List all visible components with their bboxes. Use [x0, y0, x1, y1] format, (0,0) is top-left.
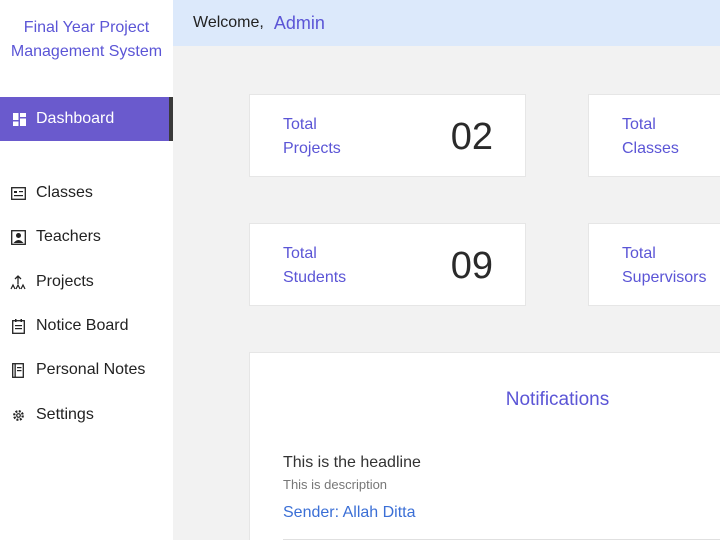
sidebar-item-classes[interactable]: Classes	[0, 180, 173, 206]
sidebar-item-teachers[interactable]: Teachers	[0, 224, 173, 250]
stat-card-label-line2: Classes	[622, 140, 679, 157]
sidebar-item-label: Settings	[36, 406, 94, 423]
sidebar-item-label: Notice Board	[36, 317, 129, 334]
classes-icon	[10, 185, 26, 201]
stat-card-supervisors[interactable]: Total Supervisors	[588, 223, 720, 306]
stat-card-label-line1: Total	[622, 245, 656, 262]
teachers-icon	[10, 229, 26, 245]
sidebar-item-projects[interactable]: Projects	[0, 269, 173, 295]
sidebar-item-label: Classes	[36, 184, 93, 201]
stat-card-label-line1: Total	[283, 245, 317, 262]
welcome-text: Welcome,	[193, 14, 264, 31]
topbar: Welcome, Admin	[173, 0, 720, 46]
stat-card-students[interactable]: Total Students 09	[249, 223, 526, 306]
sidebar-item-label: Dashboard	[36, 110, 115, 127]
stat-card-label-line2: Supervisors	[622, 269, 707, 286]
notifications-title: Notifications	[505, 389, 610, 410]
settings-icon	[10, 407, 26, 423]
sidebar-item-dashboard[interactable]: Dashboard	[0, 97, 173, 141]
personal-notes-icon	[10, 362, 26, 378]
brand-line-2: Management System	[10, 43, 163, 60]
stat-card-label-line1: Total	[622, 116, 656, 133]
notification-sender[interactable]: Sender: Allah Ditta	[283, 504, 416, 522]
stat-card-label-line1: Total	[283, 116, 317, 133]
projects-icon	[10, 274, 26, 290]
sidebar-item-label: Projects	[36, 273, 94, 290]
stat-card-label-line2: Projects	[283, 140, 341, 157]
sidebar-item-settings[interactable]: Settings	[0, 402, 173, 428]
stat-card-value: 09	[450, 245, 493, 287]
stat-card-label: Total Projects	[283, 113, 341, 161]
sidebar-item-personal-notes[interactable]: Personal Notes	[0, 357, 173, 383]
stat-card-projects[interactable]: Total Projects 02	[249, 94, 526, 177]
notice-board-icon	[10, 318, 26, 334]
dashboard-icon	[11, 111, 27, 127]
stat-card-value: 02	[450, 116, 493, 158]
sidebar-item-label: Personal Notes	[36, 361, 146, 378]
notification-description: This is description	[283, 477, 388, 492]
current-user[interactable]: Admin	[274, 13, 325, 34]
stat-card-label: Total Classes	[622, 113, 679, 161]
stat-card-classes[interactable]: Total Classes	[588, 94, 720, 177]
brand-line-1: Final Year Project	[23, 19, 150, 36]
stat-card-label: Total Supervisors	[622, 242, 706, 290]
sidebar: Final Year Project Management System Das…	[0, 0, 173, 540]
brand-title[interactable]: Final Year Project Management System	[0, 16, 173, 64]
notification-headline[interactable]: This is the headline	[283, 454, 421, 472]
sidebar-item-notice-board[interactable]: Notice Board	[0, 313, 173, 339]
notifications-panel: Notifications This is the headline This …	[249, 352, 720, 540]
stat-card-label: Total Students	[283, 242, 346, 290]
stat-card-label-line2: Students	[283, 269, 347, 286]
sidebar-item-label: Teachers	[36, 228, 101, 245]
